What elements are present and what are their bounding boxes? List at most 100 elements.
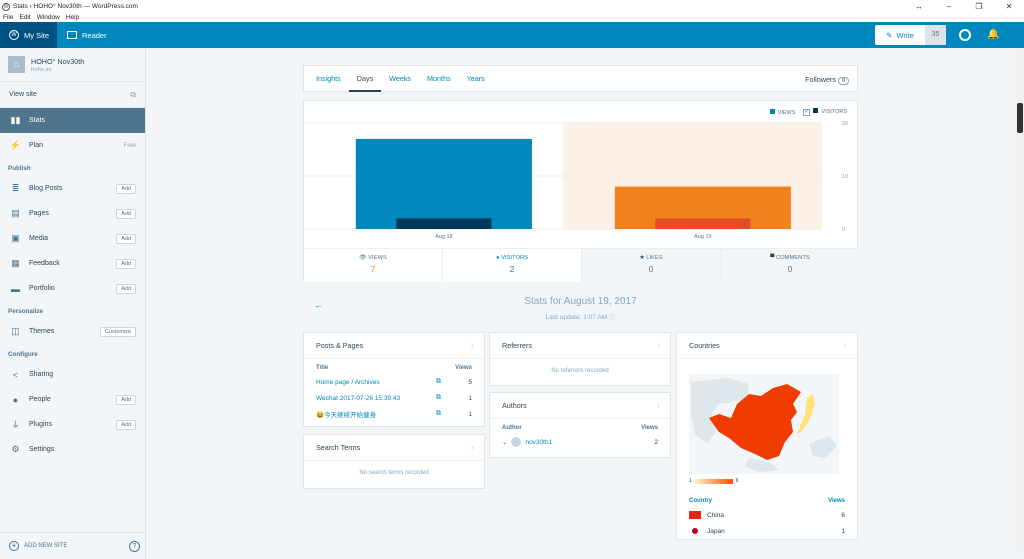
tab-days[interactable]: Days — [348, 65, 382, 92]
col-title: Title — [316, 365, 329, 371]
post-views: 1 — [468, 394, 472, 402]
close-button[interactable]: ✕ — [994, 0, 1024, 13]
configure-heading: Configure — [8, 351, 38, 358]
resize-icon[interactable]: ↔ — [904, 0, 934, 13]
sidebar-item-settings[interactable]: ⚙ Settings — [0, 437, 145, 462]
person-icon: ● — [495, 255, 500, 261]
add-people-button[interactable]: Add — [116, 394, 136, 405]
drafts-count-badge[interactable]: 35 — [925, 25, 946, 45]
posts-column-headers: Title Views — [304, 359, 484, 374]
sidebar-item-themes[interactable]: ◫ Themes Customize — [0, 319, 145, 344]
info-icon[interactable]: ⓘ — [609, 314, 616, 321]
reader-icon — [67, 31, 77, 39]
add-media-button[interactable]: Add — [116, 233, 136, 244]
menu-help[interactable]: Help — [66, 13, 79, 22]
reader-button[interactable]: Reader — [57, 31, 107, 40]
bar-chart[interactable]: 20 10 0 Aug 18 Aug 19 — [304, 101, 859, 248]
referrers-header[interactable]: Referrers › — [490, 333, 670, 359]
followers-link[interactable]: Followers 0 — [805, 75, 849, 85]
sidebar-item-media[interactable]: ▣ Media Add — [0, 226, 145, 251]
sidebar-item-plan[interactable]: ⚡ Plan Free — [0, 133, 145, 158]
table-row[interactable]: China 6 — [677, 507, 857, 523]
write-button[interactable]: ✎ Write — [875, 25, 925, 45]
plus-icon: + — [9, 541, 19, 551]
notifications-bell-icon[interactable]: 🔔 — [987, 29, 999, 40]
add-new-site-link[interactable]: + ADD NEW SITE ? — [0, 532, 146, 559]
authors-header[interactable]: Authors › — [490, 393, 670, 419]
posts-pages-header[interactable]: Posts & Pages › — [304, 333, 484, 359]
menu-file[interactable]: File — [3, 13, 13, 22]
sidebar-item-plugins[interactable]: ⏚ Plugins Add — [0, 412, 145, 437]
tab-weeks[interactable]: Weeks — [381, 65, 419, 92]
add-feedback-button[interactable]: Add — [116, 258, 136, 269]
menu-edit[interactable]: Edit — [19, 13, 30, 22]
world-map[interactable] — [689, 374, 839, 474]
authors-column-headers: Author Views — [490, 419, 670, 434]
x-tick-label: Aug 18 — [435, 234, 452, 240]
sidebar-item-feedback[interactable]: ▦ Feedback Add — [0, 251, 145, 276]
sidebar-item-stats[interactable]: ▮▮ Stats — [0, 108, 145, 133]
table-row[interactable]: ⌄ nov30th1 2 — [490, 434, 670, 450]
table-row[interactable]: Japan 1 — [677, 523, 857, 539]
period-tabs: Insights Days Weeks Months Years Followe… — [303, 65, 858, 92]
table-row[interactable]: Wechat 2017-07-26 15:39:43 ⧉ 1 — [304, 390, 484, 406]
add-blog-post-button[interactable]: Add — [116, 183, 136, 194]
summary-likes-header: ★ LIKES — [582, 255, 720, 261]
japan-flag-icon — [689, 527, 701, 535]
chevron-right-icon: › — [470, 442, 474, 453]
referrers-empty: No referrers recorded — [551, 368, 609, 374]
author-name[interactable]: nov30th1 — [525, 439, 646, 446]
summary-tab-comments[interactable]: ▀ COMMENTS 0 — [721, 249, 859, 282]
sidebar-item-pages[interactable]: ▤ Pages Add — [0, 201, 145, 226]
external-link-icon[interactable]: ⧉ — [436, 410, 460, 418]
tab-months[interactable]: Months — [419, 65, 459, 92]
tab-insights[interactable]: Insights — [308, 65, 349, 92]
sidebar-item-label: Themes — [29, 328, 55, 335]
summary-tab-visitors[interactable]: ● VISITORS 2 — [443, 249, 582, 282]
help-icon[interactable]: ? — [129, 541, 140, 552]
wordpress-icon: W — [2, 2, 10, 11]
stats-chart-card: VIEWS ✓ VISITORS 20 10 0 Aug 18 Aug 19 👁 VIEW… — [303, 100, 859, 282]
summary-tab-views[interactable]: 👁 VIEWS 7 — [304, 249, 443, 282]
tab-years[interactable]: Years — [459, 65, 493, 92]
vertical-scrollbar[interactable] — [1016, 48, 1024, 553]
last-update-label: Last update: 1:07 AM — [545, 314, 608, 321]
scrollbar-thumb[interactable] — [1017, 103, 1023, 133]
sidebar-item-people[interactable]: ● People Add — [0, 387, 145, 412]
masterbar: W My Site Reader ✎ Write 35 🔔 — [0, 22, 1024, 48]
summary-tab-likes[interactable]: ★ LIKES 0 — [582, 249, 721, 282]
plugin-icon: ⏚ — [10, 420, 20, 430]
reader-label: Reader — [82, 30, 107, 40]
view-site-link[interactable]: View site ⧉ — [0, 82, 145, 108]
site-info[interactable]: ⌂ HOHO° Nov30th hoho.im — [0, 48, 145, 82]
my-site-button[interactable]: W My Site — [0, 22, 57, 48]
sidebar-item-blog-posts[interactable]: ≣ Blog Posts Add — [0, 176, 145, 201]
add-portfolio-button[interactable]: Add — [116, 283, 136, 294]
window-titlebar: W Stats ‹ HOHO° Nov30th — WordPress.com … — [0, 0, 1024, 13]
maximize-button[interactable]: ❐ — [964, 0, 994, 13]
bar-visitors — [396, 218, 492, 229]
table-row[interactable]: 😆今天继续开始健身 ⧉ 1 — [304, 406, 484, 422]
post-title[interactable]: Wechat 2017-07-26 15:39:43 — [316, 395, 436, 402]
external-link-icon[interactable]: ⧉ — [436, 378, 460, 386]
search-terms-header[interactable]: Search Terms › — [304, 435, 484, 461]
authors-title: Authors — [502, 401, 527, 410]
menu-window[interactable]: Window — [37, 13, 60, 22]
external-link-icon[interactable]: ⧉ — [436, 394, 460, 402]
site-name: HOHO° Nov30th — [31, 56, 85, 66]
table-row[interactable]: Home page / Archives ⧉ 5 — [304, 374, 484, 390]
countries-header[interactable]: Countries › — [677, 333, 857, 359]
sidebar-item-sharing[interactable]: < Sharing — [0, 362, 145, 387]
minimize-button[interactable]: – — [934, 0, 964, 13]
stats-for-title: Stats for August 19, 2017 — [524, 296, 637, 307]
post-title[interactable]: Home page / Archives — [316, 379, 436, 386]
map-scale: 16 — [677, 478, 857, 484]
search-terms-title: Search Terms — [316, 443, 361, 452]
chevron-down-icon[interactable]: ⌄ — [502, 438, 507, 446]
post-title[interactable]: 😆今天继续开始健身 — [316, 409, 436, 419]
add-plugin-button[interactable]: Add — [116, 419, 136, 430]
profile-avatar-icon[interactable] — [959, 29, 971, 41]
sidebar-item-portfolio[interactable]: ▬ Portfolio Add — [0, 276, 145, 301]
add-page-button[interactable]: Add — [116, 208, 136, 219]
customize-button[interactable]: Customize — [100, 326, 136, 337]
